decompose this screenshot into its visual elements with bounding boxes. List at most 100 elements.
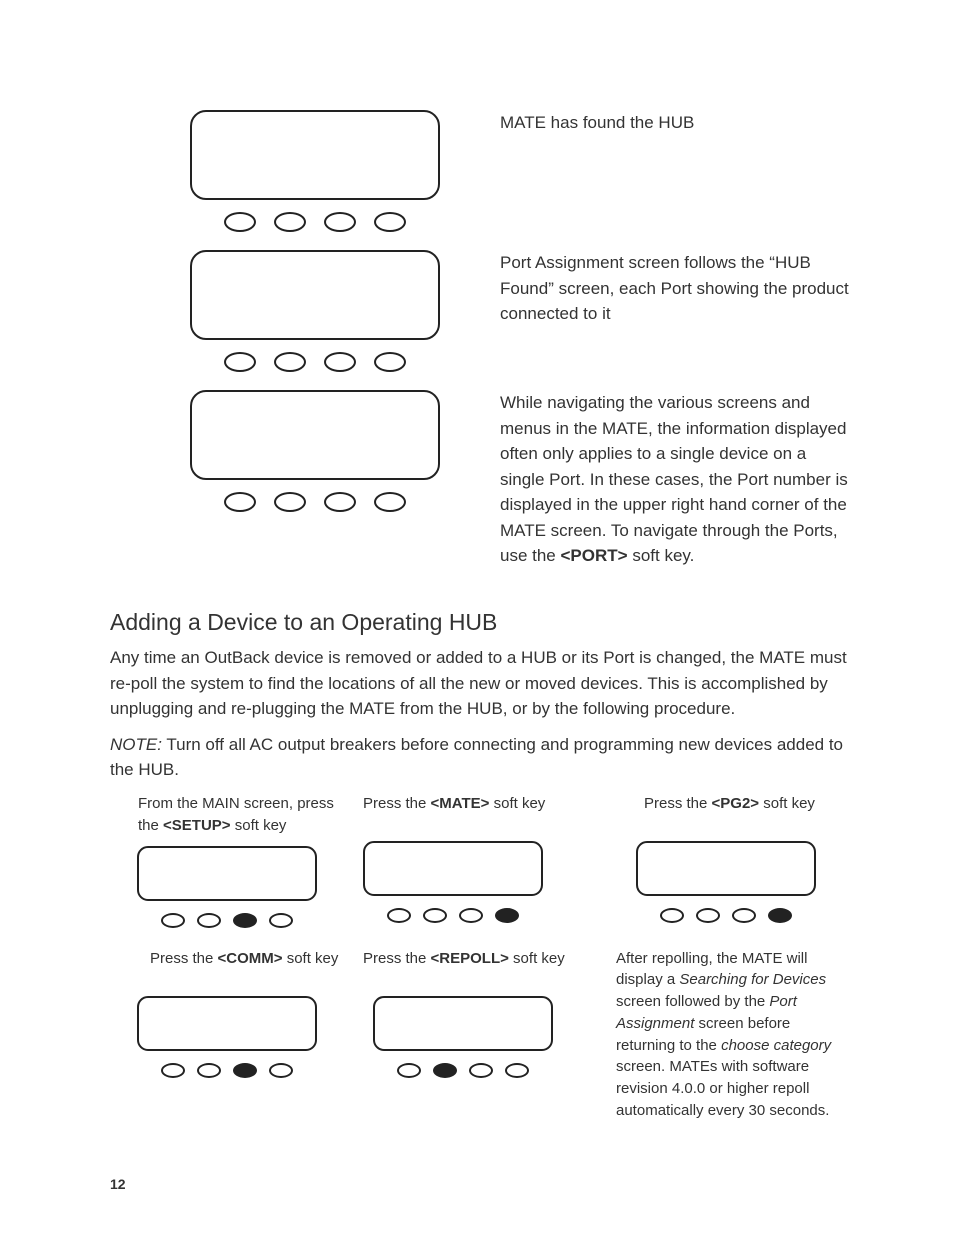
step-5-b: soft key — [509, 950, 565, 967]
key-mate: <MATE> — [431, 795, 490, 812]
step-5-a: Press the — [363, 950, 431, 967]
softkey-4[interactable] — [374, 492, 406, 512]
caption-port-nav: While navigating the various screens and… — [500, 390, 849, 569]
softkey-1[interactable] — [660, 908, 684, 923]
softkey-2[interactable] — [197, 913, 221, 928]
softkey-2[interactable] — [197, 1063, 221, 1078]
softkey-4[interactable] — [269, 1063, 293, 1078]
step-3-a: Press the — [644, 795, 712, 812]
mate-device-port-nav — [190, 390, 440, 512]
step-1-b: soft key — [231, 817, 287, 834]
mate-step-4 — [137, 996, 317, 1078]
key-repoll: <REPOLL> — [431, 950, 509, 967]
page-number: 12 — [110, 1174, 126, 1195]
row-port-assignment: Port Assignment screen follows the “HUB … — [110, 250, 849, 372]
mate-step-3 — [636, 841, 816, 923]
softkey-2[interactable] — [423, 908, 447, 923]
mate-device-hub-found — [190, 110, 440, 232]
result-t4: screen. MATEs with software revision 4.0… — [616, 1058, 829, 1119]
step-4-b: soft key — [283, 950, 339, 967]
softkey-4[interactable] — [374, 212, 406, 232]
softkey-4-active[interactable] — [495, 908, 519, 923]
result-text: After repolling, the MATE will display a… — [616, 948, 849, 1122]
mate-screen — [190, 390, 440, 480]
softkey-3[interactable] — [324, 352, 356, 372]
softkey-2[interactable] — [696, 908, 720, 923]
step-2-a: Press the — [363, 795, 431, 812]
softkey-2[interactable] — [274, 352, 306, 372]
row-port-nav: While navigating the various screens and… — [110, 390, 849, 579]
softkey-1[interactable] — [387, 908, 411, 923]
softkey-3[interactable] — [324, 492, 356, 512]
softkey-3-active[interactable] — [233, 1063, 257, 1078]
mate-screen — [636, 841, 816, 896]
softkey-1[interactable] — [224, 352, 256, 372]
caption-hub-found: MATE has found the HUB — [500, 110, 849, 136]
row-hub-found: MATE has found the HUB — [110, 110, 849, 232]
softkey-2-active[interactable] — [433, 1063, 457, 1078]
step-3-caption: Press the <PG2> soft key — [644, 793, 849, 833]
mate-buttons — [190, 492, 440, 512]
key-comm: <COMM> — [218, 950, 283, 967]
softkey-1[interactable] — [397, 1063, 421, 1078]
softkey-3[interactable] — [469, 1063, 493, 1078]
page: MATE has found the HUB Port Assignment s… — [0, 0, 954, 1235]
section-heading: Adding a Device to an Operating HUB — [110, 605, 849, 640]
step-1-cell: From the MAIN screen, press the <SETUP> … — [110, 793, 343, 928]
note-text: Turn off all AC output breakers before c… — [110, 735, 843, 780]
softkey-3-active[interactable] — [233, 913, 257, 928]
steps-row-2: Press the <COMM> soft key Press the <REP… — [110, 948, 849, 1122]
mate-screen — [190, 250, 440, 340]
softkey-4-active[interactable] — [768, 908, 792, 923]
step-4-a: Press the — [150, 950, 218, 967]
mate-device-port-assignment — [190, 250, 440, 372]
caption-port-nav-text: While navigating the various screens and… — [500, 393, 848, 565]
result-t2: screen followed by the — [616, 993, 769, 1010]
softkey-2[interactable] — [274, 212, 306, 232]
mate-buttons — [137, 913, 317, 928]
step-2-cell: Press the <MATE> soft key — [363, 793, 596, 928]
step-5-caption: Press the <REPOLL> soft key — [363, 948, 596, 988]
result-cell: After repolling, the MATE will display a… — [616, 948, 849, 1122]
softkey-4[interactable] — [269, 913, 293, 928]
key-pg2: <PG2> — [712, 795, 760, 812]
caption-port-nav-tail: soft key. — [628, 546, 695, 565]
softkey-1[interactable] — [161, 1063, 185, 1078]
softkey-1[interactable] — [224, 212, 256, 232]
section-body: Any time an OutBack device is removed or… — [110, 645, 849, 722]
note: NOTE: Turn off all AC output breakers be… — [110, 732, 849, 783]
mate-buttons — [373, 1063, 553, 1078]
caption-port-assignment: Port Assignment screen follows the “HUB … — [500, 250, 849, 327]
softkey-3[interactable] — [459, 908, 483, 923]
mate-buttons — [636, 908, 816, 923]
mate-buttons — [190, 352, 440, 372]
key-setup: <SETUP> — [163, 817, 231, 834]
step-2-b: soft key — [489, 795, 545, 812]
softkey-4[interactable] — [374, 352, 406, 372]
mate-step-1 — [137, 846, 317, 928]
mate-screen — [190, 110, 440, 200]
result-i1: Searching for Devices — [679, 971, 826, 988]
softkey-1[interactable] — [224, 492, 256, 512]
mate-buttons — [190, 212, 440, 232]
softkey-3[interactable] — [324, 212, 356, 232]
result-i3: choose category — [721, 1037, 831, 1054]
steps-row-1: From the MAIN screen, press the <SETUP> … — [110, 793, 849, 928]
mate-screen — [373, 996, 553, 1051]
softkey-4[interactable] — [505, 1063, 529, 1078]
step-5-cell: Press the <REPOLL> soft key — [363, 948, 596, 1122]
mate-step-5 — [373, 996, 553, 1078]
softkey-3[interactable] — [732, 908, 756, 923]
step-3-b: soft key — [759, 795, 815, 812]
key-port: <PORT> — [561, 546, 628, 565]
step-4-caption: Press the <COMM> soft key — [150, 948, 343, 988]
mate-buttons — [137, 1063, 317, 1078]
softkey-2[interactable] — [274, 492, 306, 512]
mate-screen — [137, 846, 317, 901]
mate-buttons — [363, 908, 543, 923]
softkey-1[interactable] — [161, 913, 185, 928]
mate-step-2 — [363, 841, 543, 923]
step-2-caption: Press the <MATE> soft key — [363, 793, 596, 833]
note-label: NOTE: — [110, 735, 162, 754]
mate-screen — [363, 841, 543, 896]
